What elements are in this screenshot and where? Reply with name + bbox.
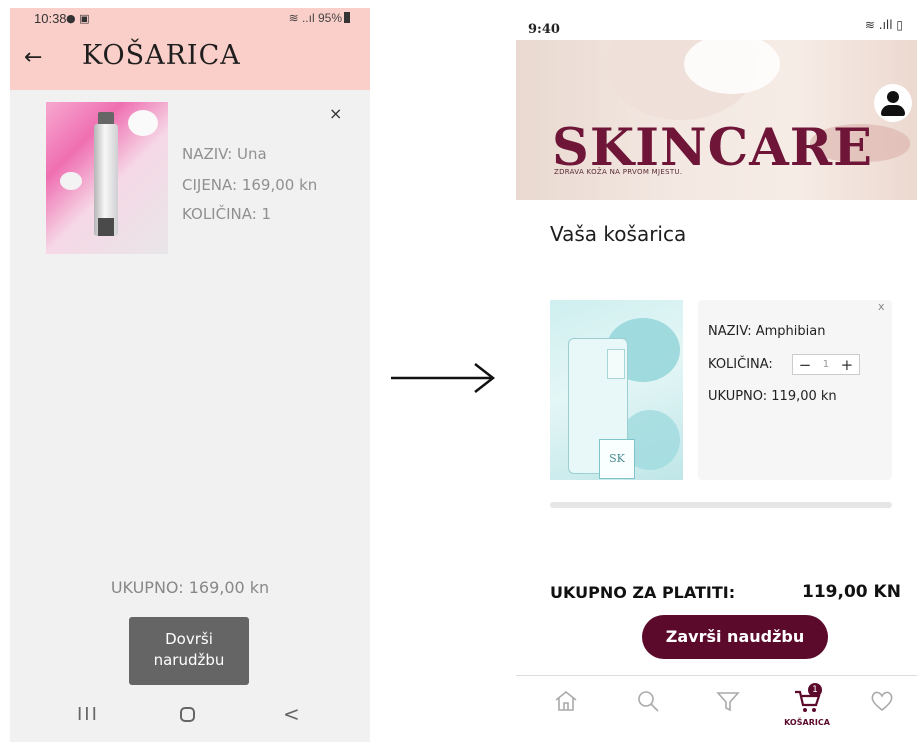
search-icon: [638, 691, 659, 712]
remove-item-close-icon[interactable]: ×: [329, 104, 342, 123]
product-image: [46, 102, 168, 254]
heart-icon: [871, 691, 893, 712]
product-name: NAZIV: Amphibian: [708, 324, 826, 339]
quantity-minus-button[interactable]: −: [799, 356, 812, 374]
bottle-base: [98, 218, 114, 236]
cream-swatch: [60, 172, 82, 190]
finish-order-button[interactable]: Završi naudžbu: [642, 615, 828, 659]
finish-order-button[interactable]: Dovrši narudžbu: [129, 617, 249, 685]
product-name: NAZIV: Una: [182, 145, 267, 163]
nav-search[interactable]: [628, 688, 668, 728]
product-price: CIJENA: 169,00 kn: [182, 176, 318, 194]
nav-favorites[interactable]: [862, 688, 902, 728]
nav-cart[interactable]: 1 KOŠARICA: [772, 683, 842, 728]
hero-banner: SKINCARE ZDRAVA KOŽA NA PRVOM MJESTU.: [516, 40, 917, 200]
notification-icons: ● ▣: [66, 12, 90, 25]
remove-item-close-icon[interactable]: x: [878, 300, 885, 313]
page-title: KOŠARICA: [82, 40, 241, 71]
battery-icon: [344, 12, 350, 23]
status-battery: ≋ ..ıl 95%: [289, 11, 350, 25]
cart-total: UKUPNO: 169,00 kn: [110, 578, 270, 597]
cream-swatch: [128, 110, 158, 136]
bottom-nav: 1 KOŠARICA: [516, 675, 917, 742]
bottle: SK: [568, 338, 635, 479]
recents-icon[interactable]: III: [77, 704, 99, 725]
bottle-pump: [607, 349, 625, 379]
profile-icon[interactable]: [874, 84, 912, 122]
battery-percent: 95%: [317, 11, 342, 25]
cart-count-badge: 1: [808, 683, 822, 697]
product-quantity: KOLIČINA: 1: [182, 205, 272, 223]
quantity-label: KOLIČINA:: [708, 357, 773, 372]
quantity-stepper[interactable]: − 1 +: [792, 354, 860, 375]
profile-head: [887, 91, 899, 103]
back-arrow-icon[interactable]: ←: [24, 45, 42, 70]
filter-icon: [716, 692, 740, 712]
quantity-value: 1: [822, 359, 830, 370]
status-time: 9:40: [528, 22, 560, 37]
home-icon[interactable]: [180, 707, 195, 722]
brand-tagline: ZDRAVA KOŽA NA PRVOM MJESTU.: [554, 168, 683, 176]
divider: [550, 502, 892, 508]
total-label: UKUPNO ZA PLATITI:: [550, 583, 736, 602]
bottle-label: SK: [599, 439, 635, 479]
right-arrow-icon: [391, 363, 496, 393]
home-icon: [555, 690, 577, 711]
nav-filter[interactable]: [708, 688, 748, 728]
finish-order-label: Dovrši narudžbu: [153, 630, 225, 669]
status-time: 10:38: [34, 11, 67, 26]
banner-foam: [684, 40, 780, 94]
nav-home[interactable]: [546, 688, 586, 728]
product-subtotal: UKUPNO: 119,00 kn: [708, 389, 837, 404]
back-icon[interactable]: <: [283, 702, 300, 726]
profile-body: [881, 105, 905, 116]
left-phone-screen: 10:38 ● ▣ ≋ ..ıl 95% ← KOŠARICA × NAZIV:…: [10, 8, 370, 742]
android-navbar: III <: [10, 698, 370, 742]
signal-battery-icons: ≋ .ıll ▯: [864, 18, 903, 32]
cart-heading: Vaša košarica: [550, 222, 687, 246]
left-header: 10:38 ● ▣ ≋ ..ıl 95% ← KOŠARICA: [10, 8, 370, 90]
cart-nav-label: KOŠARICA: [784, 718, 830, 727]
product-image: SK: [550, 300, 683, 480]
total-value: 119,00 KN: [802, 582, 901, 602]
quantity-plus-button[interactable]: +: [841, 356, 854, 374]
wifi-icon: ≋ ..ıl: [288, 11, 318, 25]
right-phone-screen: 9:40 ≋ .ıll ▯ SKINCARE ZDRAVA KOŽA NA PR…: [516, 10, 917, 742]
